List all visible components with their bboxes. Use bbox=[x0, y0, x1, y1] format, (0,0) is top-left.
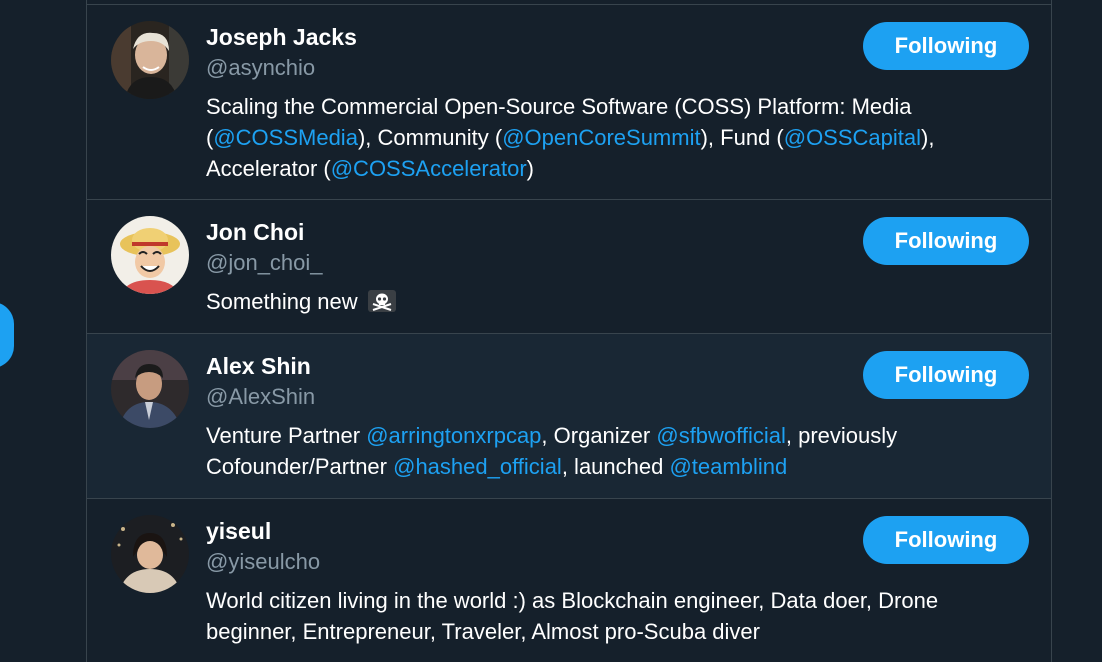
user-name[interactable]: yiseul bbox=[206, 517, 271, 545]
bio-mention-link[interactable]: @OSSCapital bbox=[784, 125, 921, 150]
bio-mention-link[interactable]: @COSSMedia bbox=[213, 125, 358, 150]
bio-text: , launched bbox=[561, 454, 670, 479]
bio-text: Venture Partner bbox=[206, 423, 367, 448]
bio-mention-link[interactable]: @arringtonxrpcap bbox=[366, 423, 541, 448]
user-name[interactable]: Alex Shin bbox=[206, 352, 311, 380]
bio-mention-link[interactable]: @teamblind bbox=[669, 454, 787, 479]
bio-mention-link[interactable]: @hashed_official bbox=[393, 454, 562, 479]
user-cell-joseph-jacks[interactable]: Joseph Jacks @asynchio Following Scaling… bbox=[87, 5, 1051, 200]
following-button[interactable]: Following bbox=[863, 22, 1029, 70]
user-handle[interactable]: @yiseulcho bbox=[206, 548, 320, 576]
bio-text: , Organizer bbox=[541, 423, 657, 448]
user-handle[interactable]: @asynchio bbox=[206, 54, 315, 82]
user-name[interactable]: Jon Choi bbox=[206, 218, 304, 246]
bio-text: World citizen living in the world :) as … bbox=[206, 588, 939, 644]
user-name[interactable]: Joseph Jacks bbox=[206, 23, 357, 51]
avatar-photo-icon bbox=[111, 350, 189, 428]
bio-text: Something new bbox=[206, 289, 358, 314]
side-fab-button[interactable] bbox=[0, 302, 14, 368]
user-bio: Venture Partner @arringtonxrpcap, Organi… bbox=[206, 420, 1006, 482]
avatar-photo-icon bbox=[111, 515, 189, 593]
bio-text: ) bbox=[526, 156, 534, 181]
avatar-photo-icon bbox=[111, 21, 189, 99]
avatar-photo-icon bbox=[111, 216, 189, 294]
user-cell-yiseul[interactable]: yiseul @yiseulcho Following World citize… bbox=[87, 499, 1051, 662]
avatar[interactable] bbox=[111, 216, 189, 294]
bio-mention-link[interactable]: @OpenCoreSummit bbox=[502, 125, 700, 150]
bio-text: ), Community ( bbox=[357, 125, 503, 150]
user-bio: World citizen living in the world :) as … bbox=[206, 585, 966, 647]
user-cell-jon-choi[interactable]: Jon Choi @jon_choi_ Following Something … bbox=[87, 200, 1051, 334]
avatar[interactable] bbox=[111, 21, 189, 99]
skull-crossbones-icon bbox=[367, 289, 396, 312]
following-button[interactable]: Following bbox=[863, 351, 1029, 399]
following-list-screen: Joseph Jacks @asynchio Following Scaling… bbox=[0, 0, 1102, 662]
following-button[interactable]: Following bbox=[863, 217, 1029, 265]
bio-mention-link[interactable]: @COSSAccelerator bbox=[331, 156, 527, 181]
user-cell-alex-shin[interactable]: Alex Shin @AlexShin Following Venture Pa… bbox=[87, 334, 1051, 499]
bio-mention-link[interactable]: @sfbwofficial bbox=[656, 423, 786, 448]
avatar[interactable] bbox=[111, 350, 189, 428]
following-button[interactable]: Following bbox=[863, 516, 1029, 564]
user-handle[interactable]: @AlexShin bbox=[206, 383, 315, 411]
user-bio: Scaling the Commercial Open-Source Softw… bbox=[206, 91, 1036, 184]
avatar[interactable] bbox=[111, 515, 189, 593]
user-bio: Something new bbox=[206, 286, 1036, 317]
user-list-column: Joseph Jacks @asynchio Following Scaling… bbox=[86, 0, 1052, 662]
user-handle[interactable]: @jon_choi_ bbox=[206, 249, 323, 277]
bio-text: ), Fund ( bbox=[700, 125, 784, 150]
